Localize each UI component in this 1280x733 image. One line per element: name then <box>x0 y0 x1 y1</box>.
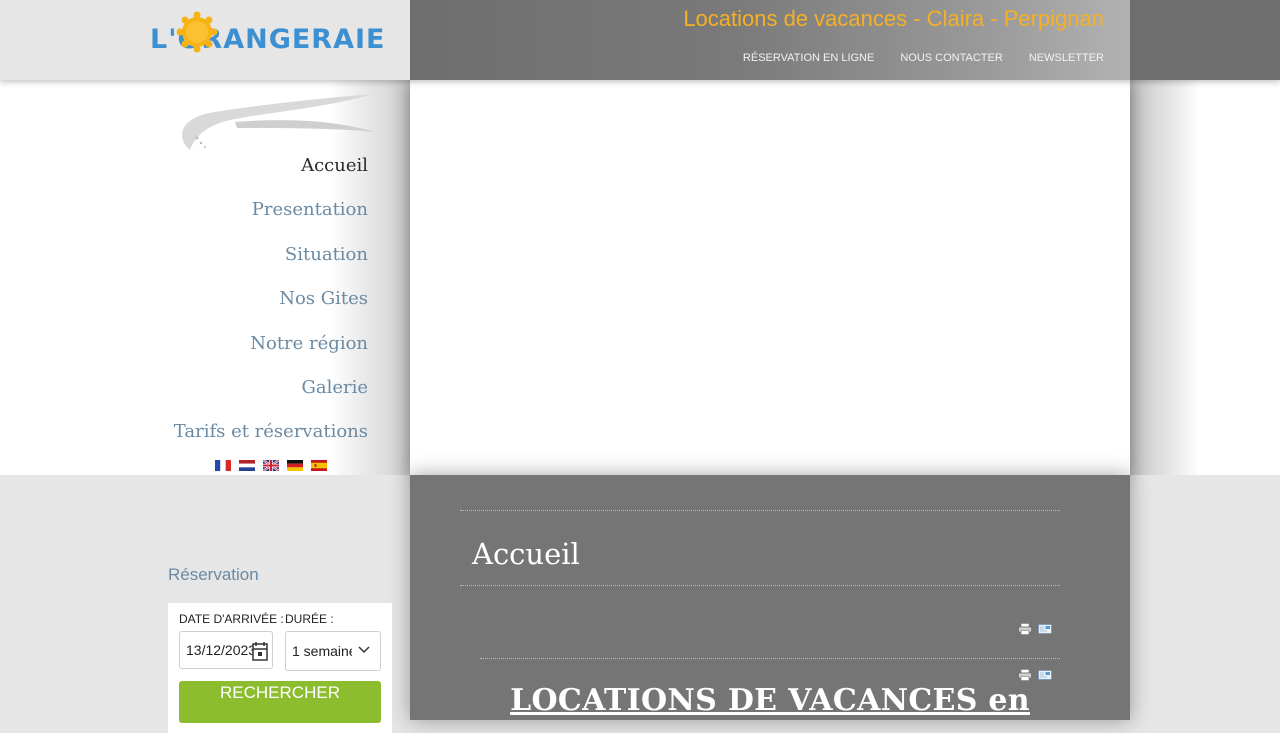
right-shadow <box>1130 80 1200 475</box>
duration-label: Durée : <box>285 612 334 626</box>
nav-item-notre-region[interactable]: Notre région <box>174 332 368 376</box>
fr-flag-icon[interactable] <box>215 460 231 471</box>
main-banner-area <box>410 80 1130 475</box>
site-logo[interactable]: L'ORANGERAIE <box>150 6 390 66</box>
page-title: Accueil <box>472 537 580 571</box>
navigation-band: Accueil Presentation Situation Nos Gites… <box>0 80 1280 475</box>
reservation-form: Date d'arrivée : Durée : 13/12/2023 1 se… <box>168 603 392 733</box>
divider <box>460 585 1060 586</box>
nav-item-situation[interactable]: Situation <box>174 243 368 287</box>
nav-item-accueil[interactable]: Accueil <box>174 154 368 198</box>
article-tools <box>1018 669 1052 681</box>
content-panel: Accueil LOCATIONS DE VACANCES en <box>410 475 1130 720</box>
top-nav: Réservation en ligne Nous contacter News… <box>743 52 1104 64</box>
print-icon[interactable] <box>1018 623 1032 635</box>
top-nav-reservation-link[interactable]: Réservation en ligne <box>743 52 874 64</box>
arrival-date-label: Date d'arrivée : <box>179 612 284 626</box>
nav-item-presentation[interactable]: Presentation <box>174 198 368 242</box>
main-nav: Accueil Presentation Situation Nos Gites… <box>174 154 368 465</box>
de-flag-icon[interactable] <box>287 460 303 471</box>
article-tools <box>1018 623 1052 635</box>
nl-flag-icon[interactable] <box>239 460 255 471</box>
divider <box>460 510 1060 511</box>
email-icon[interactable] <box>1038 669 1052 681</box>
es-flag-icon[interactable] <box>311 460 327 471</box>
header-title-panel: Locations de vacances - Claira - Perpign… <box>410 0 1130 80</box>
nav-item-tarifs[interactable]: Tarifs et réservations <box>174 420 368 464</box>
search-button[interactable]: Rechercher <box>179 681 381 723</box>
nav-item-nos-gites[interactable]: Nos Gites <box>174 287 368 331</box>
swoosh-decoration <box>182 94 375 150</box>
reservation-title: Réservation <box>168 565 259 584</box>
top-nav-newsletter-link[interactable]: Newsletter <box>1029 52 1104 64</box>
email-icon[interactable] <box>1038 623 1052 635</box>
header-right-panel <box>1130 0 1280 80</box>
language-switcher <box>215 460 327 471</box>
sun-logo-icon <box>176 11 218 53</box>
print-icon[interactable] <box>1018 669 1032 681</box>
calendar-icon[interactable] <box>252 641 268 661</box>
chevron-down-icon <box>358 646 370 654</box>
nav-item-galerie[interactable]: Galerie <box>174 376 368 420</box>
top-nav-contact-link[interactable]: Nous contacter <box>900 52 1002 64</box>
duration-select[interactable]: 1 semaine <box>285 631 381 671</box>
divider <box>480 658 1060 659</box>
content-heading: LOCATIONS DE VACANCES en <box>510 683 1030 718</box>
site-title: Locations de vacances - Claira - Perpign… <box>683 6 1104 31</box>
uk-flag-icon[interactable] <box>263 460 279 471</box>
duration-value: 1 semaine <box>292 643 352 659</box>
